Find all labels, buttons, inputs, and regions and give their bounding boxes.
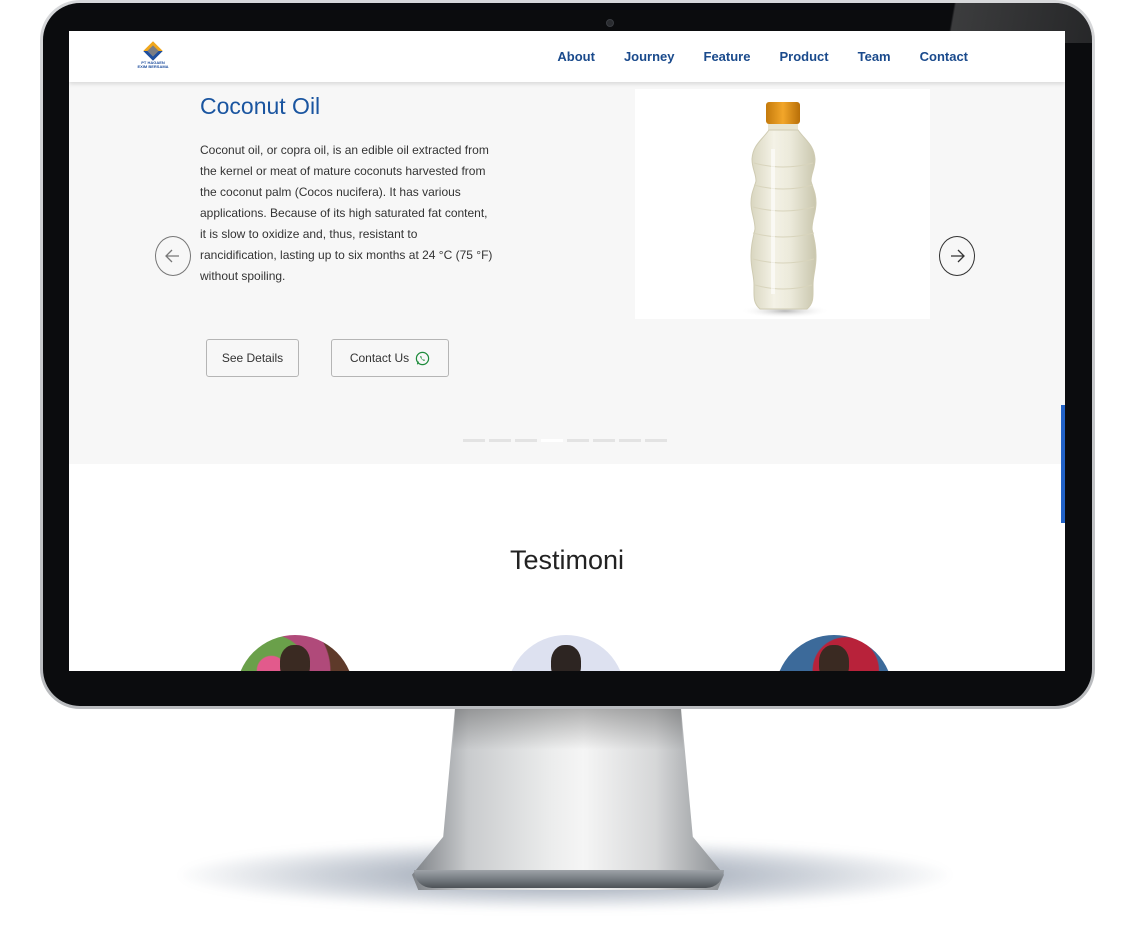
product-carousel: Coconut Oil Coconut oil, or copra oil, i… [69,82,1065,464]
avatar-face [280,645,310,671]
see-details-label: See Details [221,351,284,365]
product-title: Coconut Oil [200,93,321,119]
carousel-indicators [463,439,667,442]
nav-link-journey[interactable]: Journey [624,49,675,64]
carousel-indicator[interactable] [593,439,615,442]
nav-link-team[interactable]: Team [858,49,891,64]
carousel-indicator[interactable] [489,439,511,442]
carousel-prev-button[interactable] [155,236,191,276]
nav-link-feature[interactable]: Feature [704,49,751,64]
whatsapp-icon [415,351,430,365]
nav-link-contact[interactable]: Contact [920,49,968,64]
contact-us-button[interactable]: Contact Us [331,339,449,377]
carousel-indicator[interactable] [619,439,641,442]
arrow-right-icon [951,249,965,263]
carousel-indicator[interactable] [515,439,537,442]
testimoni-avatar [507,635,625,671]
carousel-next-button[interactable] [939,236,975,276]
testimoni-avatar [236,635,354,671]
testimoni-avatar [775,635,893,671]
logo-text: PT HAGAEN EXIM BERSAMA [137,60,169,69]
nav-link-about[interactable]: About [557,49,595,64]
testimoni-title: Testimoni [509,545,625,575]
product-description: Coconut oil, or copra oil, is an edible … [200,143,493,283]
monitor-stand-base [414,870,724,888]
carousel-indicator[interactable] [645,439,667,442]
arrow-left-icon [165,249,179,263]
screen: PT HAGAEN EXIM BERSAMA About Journey Fea… [69,31,1065,671]
nav-links: About Journey Feature Product Team Conta… [557,31,968,82]
carousel-indicator[interactable] [463,439,485,442]
product-image [635,89,930,319]
brand-logo[interactable]: PT HAGAEN EXIM BERSAMA [137,39,169,73]
carousel-indicator[interactable] [567,439,589,442]
navbar: PT HAGAEN EXIM BERSAMA About Journey Fea… [69,31,1065,82]
camera-icon [606,19,614,27]
nav-link-product[interactable]: Product [779,49,828,64]
coconut-oil-bottle-image [740,102,830,318]
avatar-face [551,645,581,671]
scrollbar-thumb[interactable] [1061,405,1065,523]
carousel-indicator[interactable] [541,439,563,442]
contact-us-label: Contact Us [349,351,410,365]
see-details-button[interactable]: See Details [206,339,299,377]
avatar-face [819,645,849,671]
